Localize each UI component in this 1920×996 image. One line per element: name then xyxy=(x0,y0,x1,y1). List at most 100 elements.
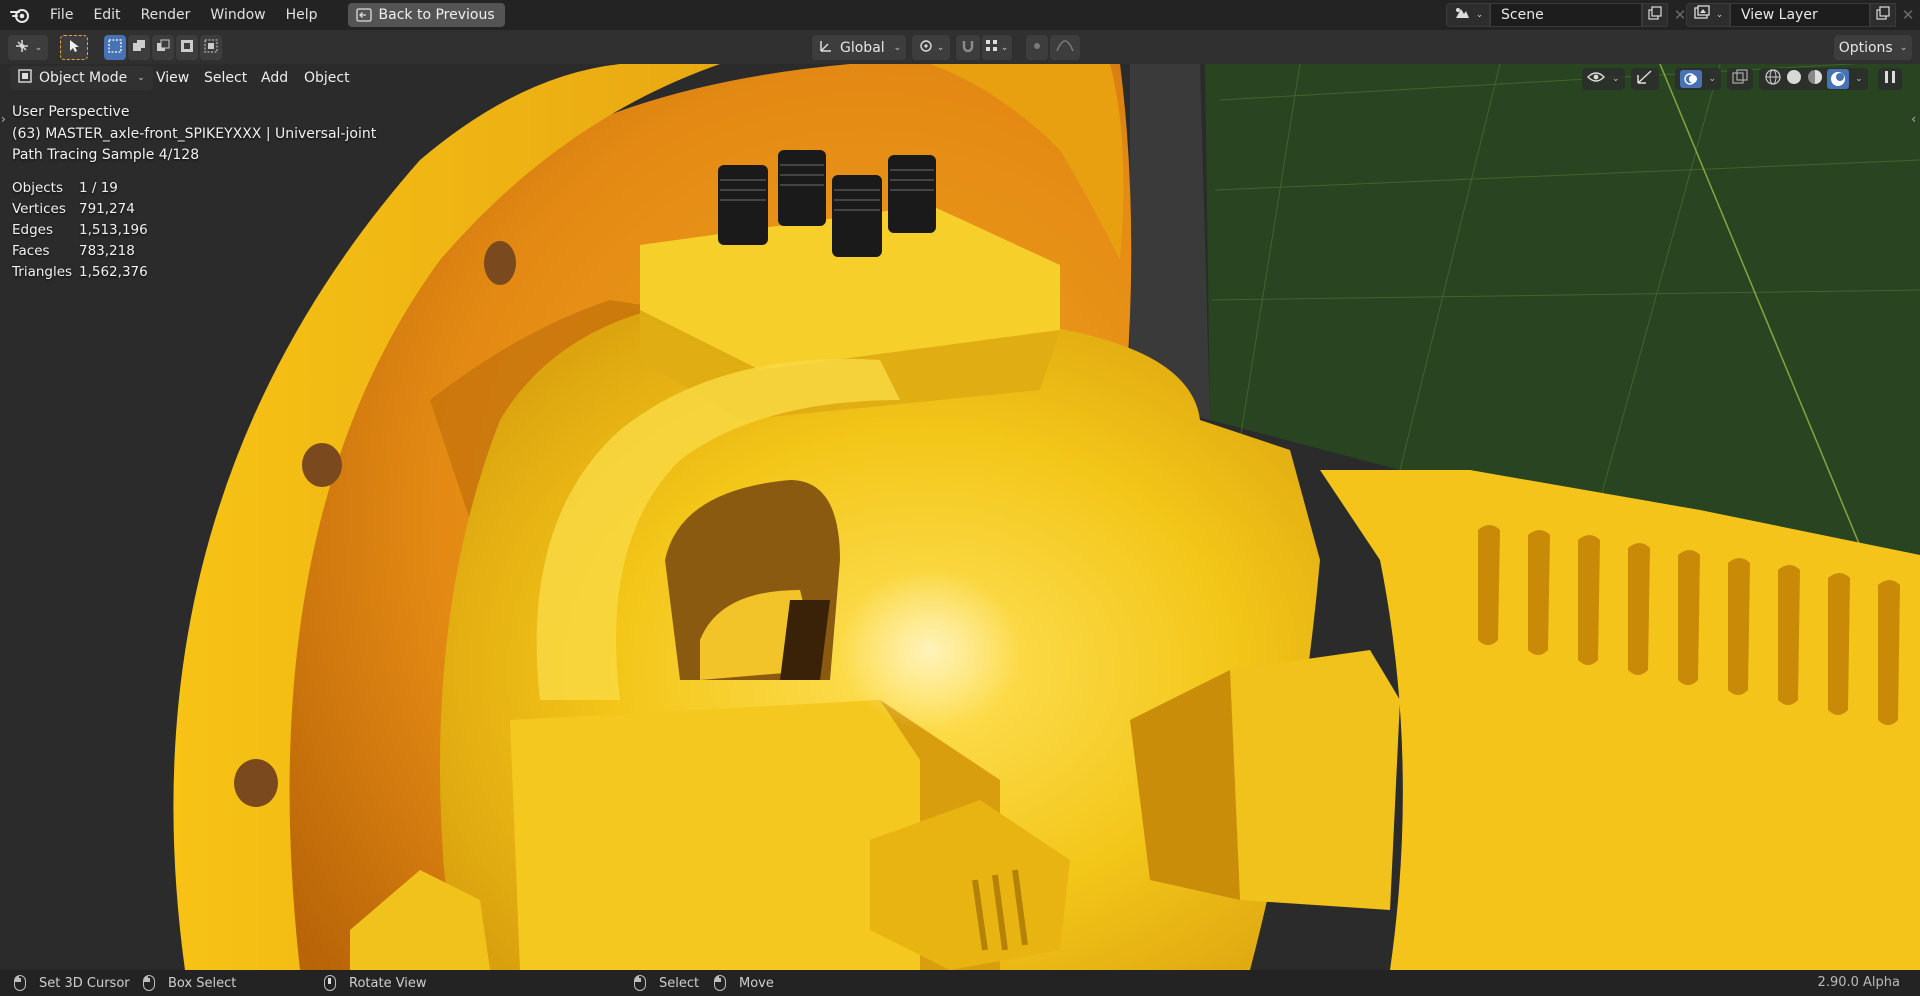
stat-label: Edges xyxy=(12,222,54,238)
chevron-down-icon: ⌄ xyxy=(893,42,902,53)
viewport-menu-object[interactable]: Object xyxy=(304,64,350,92)
chevron-down-icon: ⌄ xyxy=(1715,10,1724,20)
editor-type-button[interactable]: ⌄ xyxy=(8,35,48,60)
proportional-dot-icon xyxy=(1031,40,1043,56)
stat-row: Vertices 791,274 xyxy=(12,201,148,222)
object-mode-dropdown[interactable]: Object Mode ⌄ xyxy=(10,66,153,90)
view-layer-selector: ⌄ View Layer ✕ xyxy=(1686,3,1920,27)
viewport-menu-add[interactable]: Add xyxy=(261,64,288,92)
viewport-menu-view[interactable]: View xyxy=(156,64,189,92)
status-bar: Set 3D Cursor Box Select Rotate View Sel… xyxy=(0,970,1920,996)
chevron-down-icon: ⌄ xyxy=(1855,74,1863,84)
pivot-icon xyxy=(918,38,934,58)
set-cursor-label: Set 3D Cursor xyxy=(39,975,130,991)
select-invert-icon xyxy=(180,39,194,57)
tool-header: ⌄ Global ⌄ ⌄ ⌄ Options ⌄ xyxy=(0,30,1920,64)
move-label: Move xyxy=(739,975,774,991)
object-mode-label: Object Mode xyxy=(39,70,128,86)
scene-statistics: Objects 1 / 19 Vertices 791,274 Edges 1,513… xyxy=(12,180,148,285)
transform-orientation-dropdown[interactable]: Global ⌄ xyxy=(812,35,906,60)
mouse-drag-icon xyxy=(143,975,155,991)
view-layer-icon xyxy=(1693,5,1711,25)
select-subtract-button[interactable] xyxy=(152,35,174,60)
shading-mode-group: ⌄ xyxy=(1759,68,1868,90)
blender-logo-icon[interactable] xyxy=(0,0,40,30)
orientation-icon xyxy=(818,38,834,58)
stat-value: 1,562,376 xyxy=(79,264,148,280)
stat-row: Faces 783,218 xyxy=(12,243,148,264)
toolbar-expand-icon[interactable]: › xyxy=(1,112,6,126)
transform-gizmo-icon xyxy=(14,38,32,58)
delete-view-layer-icon[interactable]: ✕ xyxy=(1896,3,1920,27)
stat-value: 1,513,196 xyxy=(79,222,148,238)
wireframe-shading-icon[interactable] xyxy=(1764,68,1782,90)
stat-row: Triangles 1,562,376 xyxy=(12,264,148,285)
gizmo-toggle[interactable] xyxy=(1630,68,1659,90)
mouse-middle-icon xyxy=(324,975,336,991)
select-tool-button[interactable] xyxy=(60,35,88,60)
overlays-dropdown[interactable]: ⌄ xyxy=(1674,68,1722,90)
snap-toggle[interactable] xyxy=(956,35,980,60)
status-set-cursor: Set 3D Cursor xyxy=(14,970,130,996)
status-rotate-view: Rotate View xyxy=(324,970,427,996)
falloff-curve-icon xyxy=(1056,39,1074,56)
chevron-down-icon: ⌄ xyxy=(1475,10,1484,20)
3d-viewport[interactable] xyxy=(0,64,1920,970)
back-to-previous-button[interactable]: Back to Previous xyxy=(347,3,505,27)
select-extend-button[interactable] xyxy=(128,35,150,60)
top-menu-bar: File Edit Render Window Help Back to Pre… xyxy=(0,0,1920,30)
sidebar-expand-icon[interactable]: ‹ xyxy=(1911,112,1916,126)
stat-row: Objects 1 / 19 xyxy=(12,180,148,201)
menu-edit[interactable]: Edit xyxy=(83,0,130,30)
menu-render[interactable]: Render xyxy=(131,0,201,30)
menu-window[interactable]: Window xyxy=(200,0,275,30)
duplicate-icon xyxy=(1648,6,1662,24)
chevron-down-icon: ⌄ xyxy=(1000,42,1009,53)
view-layer-name-field[interactable]: View Layer xyxy=(1730,3,1870,27)
select-extend-icon xyxy=(132,39,146,57)
pause-icon xyxy=(1883,69,1897,89)
snap-target-dropdown[interactable]: ⌄ xyxy=(982,35,1012,60)
duplicate-icon xyxy=(1876,6,1890,24)
material-shading-icon[interactable] xyxy=(1806,68,1824,90)
pivot-point-dropdown[interactable]: ⌄ xyxy=(912,35,950,60)
rendered-shading-icon[interactable] xyxy=(1827,69,1850,89)
mouse-drag-icon xyxy=(714,975,726,991)
eye-icon xyxy=(1587,71,1605,87)
status-box-select: Box Select xyxy=(143,970,236,996)
status-select: Select xyxy=(634,970,699,996)
new-scene-button[interactable] xyxy=(1642,3,1668,27)
select-intersect-button[interactable] xyxy=(200,35,222,60)
falloff-dropdown[interactable] xyxy=(1050,35,1080,60)
magnet-icon xyxy=(961,39,975,57)
viewport-display-controls: ⌄ ⌄ ⌄ xyxy=(1582,68,1902,90)
options-dropdown[interactable]: Options ⌄ xyxy=(1834,35,1912,60)
scene-name-field[interactable]: Scene xyxy=(1490,3,1642,27)
scene-browse-button[interactable]: ⌄ xyxy=(1446,3,1490,27)
solid-shading-icon[interactable] xyxy=(1785,68,1803,90)
mouse-left-icon xyxy=(14,975,26,991)
active-object-label: (63) MASTER_axle-front_SPIKEYXXX | Unive… xyxy=(12,126,377,142)
viewport-menu-select[interactable]: Select xyxy=(204,64,247,92)
xray-toggle[interactable] xyxy=(1727,68,1754,90)
stat-value: 1 / 19 xyxy=(79,180,118,196)
gizmo-icon xyxy=(1636,69,1654,89)
box-select-label: Box Select xyxy=(168,975,237,991)
back-to-previous-label: Back to Previous xyxy=(378,7,495,23)
select-invert-button[interactable] xyxy=(176,35,198,60)
select-new-button[interactable] xyxy=(104,35,126,60)
proportional-editing-toggle[interactable] xyxy=(1026,35,1048,60)
options-label: Options xyxy=(1838,39,1893,56)
menu-help[interactable]: Help xyxy=(276,0,328,30)
overlays-icon xyxy=(1679,70,1702,88)
view-perspective-label: User Perspective xyxy=(12,104,130,120)
visibility-dropdown[interactable]: ⌄ xyxy=(1582,68,1625,90)
new-view-layer-button[interactable] xyxy=(1870,3,1896,27)
scene-icon xyxy=(1453,5,1471,25)
orientation-label: Global xyxy=(840,39,885,56)
menu-file[interactable]: File xyxy=(40,0,83,30)
select-intersect-icon xyxy=(204,39,218,57)
view-layer-browse-button[interactable]: ⌄ xyxy=(1686,3,1730,27)
rotate-view-label: Rotate View xyxy=(349,975,427,991)
pause-render-toggle[interactable] xyxy=(1877,68,1902,90)
